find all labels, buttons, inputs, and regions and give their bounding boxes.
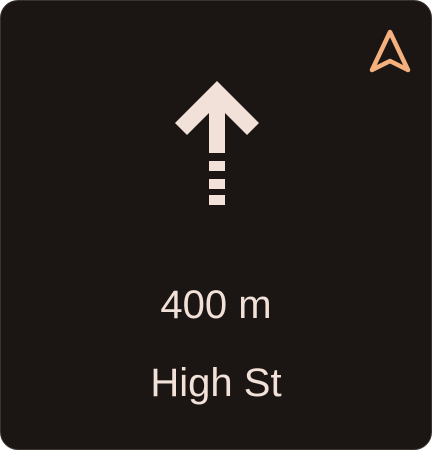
straight-arrow-icon [169, 81, 265, 205]
navigation-card[interactable]: 400 m High St [0, 0, 432, 450]
distance-label: 400 m [160, 283, 272, 327]
navigation-arrow-icon[interactable] [367, 27, 413, 75]
street-label: High St [150, 361, 282, 405]
